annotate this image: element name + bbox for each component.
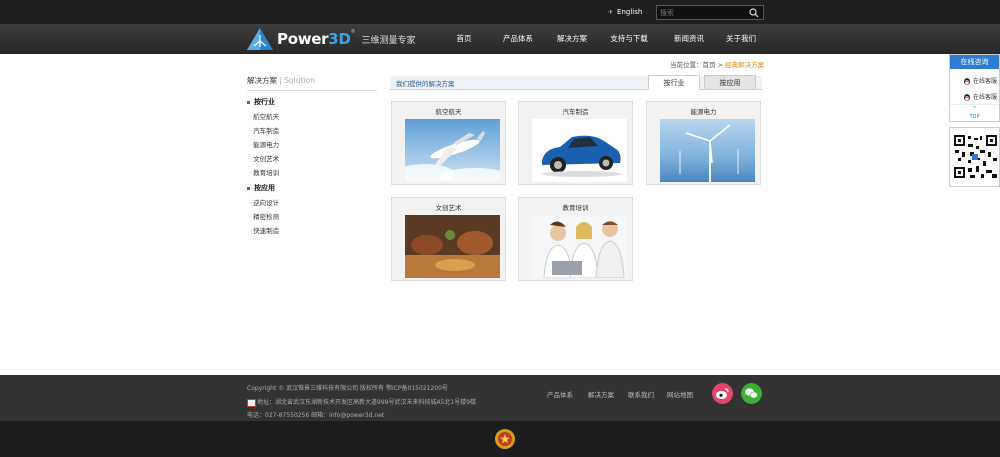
sidebar-item-culture-art[interactable]: 文创艺术 [247, 153, 377, 163]
tab-by-application[interactable]: 按应用 [704, 75, 756, 90]
section-heading: 我们提供的解决方案 [396, 80, 455, 88]
footer-link-products[interactable]: 产品体系 [547, 389, 573, 399]
breadcrumb-current: 经典解决方案 [725, 61, 765, 69]
car-image [532, 119, 627, 182]
qq-penguin-icon [964, 93, 970, 101]
qq-service-link[interactable]: 在线客服 [950, 92, 999, 101]
sidebar-group-application[interactable]: 按应用 [247, 183, 377, 193]
footer: Copyright © 武汉惟景三维科技有限公司 版权所有 鄂ICP备01502… [0, 375, 1000, 421]
solution-card-energy[interactable]: 能源电力 [646, 101, 761, 185]
weibo-icon[interactable] [712, 383, 733, 404]
sidebar-title: 解决方案 | Solution [247, 75, 377, 91]
nav-support[interactable]: 支持与下载 [594, 24, 664, 54]
online-consult-widget: 在线咨询 在线客服 在线客服 ^ TOP [949, 54, 1000, 122]
sidebar-item-energy[interactable]: 能源电力 [247, 139, 377, 149]
search-input[interactable] [660, 7, 746, 18]
wechat-icon[interactable] [741, 383, 762, 404]
solution-card-aerospace[interactable]: 航空航天 [391, 101, 506, 185]
footer-link-sitemap[interactable]: 网站地图 [667, 389, 693, 399]
main-navbar: Power3D ® 三维测量专家 首页 产品体系 解决方案 支持与下载 新闻资讯… [0, 24, 1000, 54]
sidebar-item-reverse-design[interactable]: 逆向设计 [247, 197, 377, 207]
footer-address: 地址：湖北省武汉东湖新技术开发区高新大道999号武汉未来科技城A5北1号楼9楼 [247, 397, 476, 407]
students-image [532, 215, 627, 278]
search-icon[interactable] [749, 8, 759, 18]
card-title: 教育培训 [562, 204, 589, 212]
bottom-bar [0, 421, 1000, 457]
footer-link-contact[interactable]: 联系我们 [628, 389, 654, 399]
solution-card-automotive[interactable]: 汽车制造 [518, 101, 633, 185]
breadcrumb-home[interactable]: 首页 [703, 61, 716, 69]
nav-news[interactable]: 新闻资讯 [664, 24, 714, 54]
nav-products[interactable]: 产品体系 [486, 24, 550, 54]
back-to-top-button[interactable]: ^ TOP [950, 104, 999, 121]
language-switch[interactable]: ✈ English [608, 8, 642, 16]
footer-copyright: Copyright © 武汉惟景三维科技有限公司 版权所有 鄂ICP备01502… [247, 385, 448, 392]
card-title: 能源电力 [690, 108, 717, 116]
logo-brand: Power3D [277, 30, 351, 48]
footer-contact: 电话：027-87550256 邮箱：info@power3d.net [247, 412, 385, 419]
qr-code-icon [953, 134, 998, 179]
sidebar-item-rapid-manufacturing[interactable]: 快速制造 [247, 225, 377, 235]
solution-card-education[interactable]: 教育培训 [518, 197, 633, 281]
qr-code [949, 127, 1000, 187]
license-icon [247, 398, 256, 407]
globe-icon: ✈ [608, 8, 614, 16]
solution-card-culture-art[interactable]: 文创艺术 [391, 197, 506, 281]
logo-slogan: 三维测量专家 [361, 35, 416, 46]
search-box [656, 5, 764, 20]
top-bar: ✈ English [0, 0, 1000, 24]
nav-home[interactable]: 首页 [442, 24, 486, 54]
sidebar-group-industry[interactable]: 按行业 [247, 97, 377, 107]
logo[interactable]: Power3D ® 三维测量专家 [246, 27, 416, 51]
footer-link-solutions[interactable]: 解决方案 [588, 389, 614, 399]
logo-triangle-icon [247, 28, 273, 50]
widget-title: 在线咨询 [950, 55, 999, 69]
airplane-image [405, 119, 500, 182]
sidebar: 解决方案 | Solution 按行业 航空航天 汽车制造 能源电力 文创艺术 … [247, 75, 377, 235]
bullet-icon [247, 186, 250, 190]
sidebar-item-automotive[interactable]: 汽车制造 [247, 125, 377, 135]
qq-service-link[interactable]: 在线客服 [950, 76, 999, 85]
nav-about[interactable]: 关于我们 [714, 24, 768, 54]
wind-turbine-image [660, 119, 755, 182]
solutions-tab-bar: 我们提供的解决方案 按行业 按应用 [390, 75, 762, 90]
english-link[interactable]: English [617, 8, 642, 16]
breadcrumb: 当前位置：首页 > 经典解决方案 [670, 61, 765, 69]
card-title: 汽车制造 [562, 108, 589, 116]
sidebar-item-precision-inspection[interactable]: 精密检测 [247, 211, 377, 221]
tab-by-industry[interactable]: 按行业 [648, 75, 700, 90]
main-nav: 首页 产品体系 解决方案 支持与下载 新闻资讯 关于我们 [442, 24, 768, 54]
bullet-icon [247, 100, 250, 104]
qq-penguin-icon [964, 77, 970, 85]
police-badge-icon[interactable] [494, 428, 516, 450]
logo-reg-mark: ® [350, 29, 356, 35]
sidebar-item-education[interactable]: 教育培训 [247, 167, 377, 177]
nav-solutions[interactable]: 解决方案 [550, 24, 594, 54]
card-title: 航空航天 [435, 108, 462, 116]
sidebar-item-aerospace[interactable]: 航空航天 [247, 111, 377, 121]
card-title: 文创艺术 [435, 204, 462, 212]
art-scene-image [405, 215, 500, 278]
